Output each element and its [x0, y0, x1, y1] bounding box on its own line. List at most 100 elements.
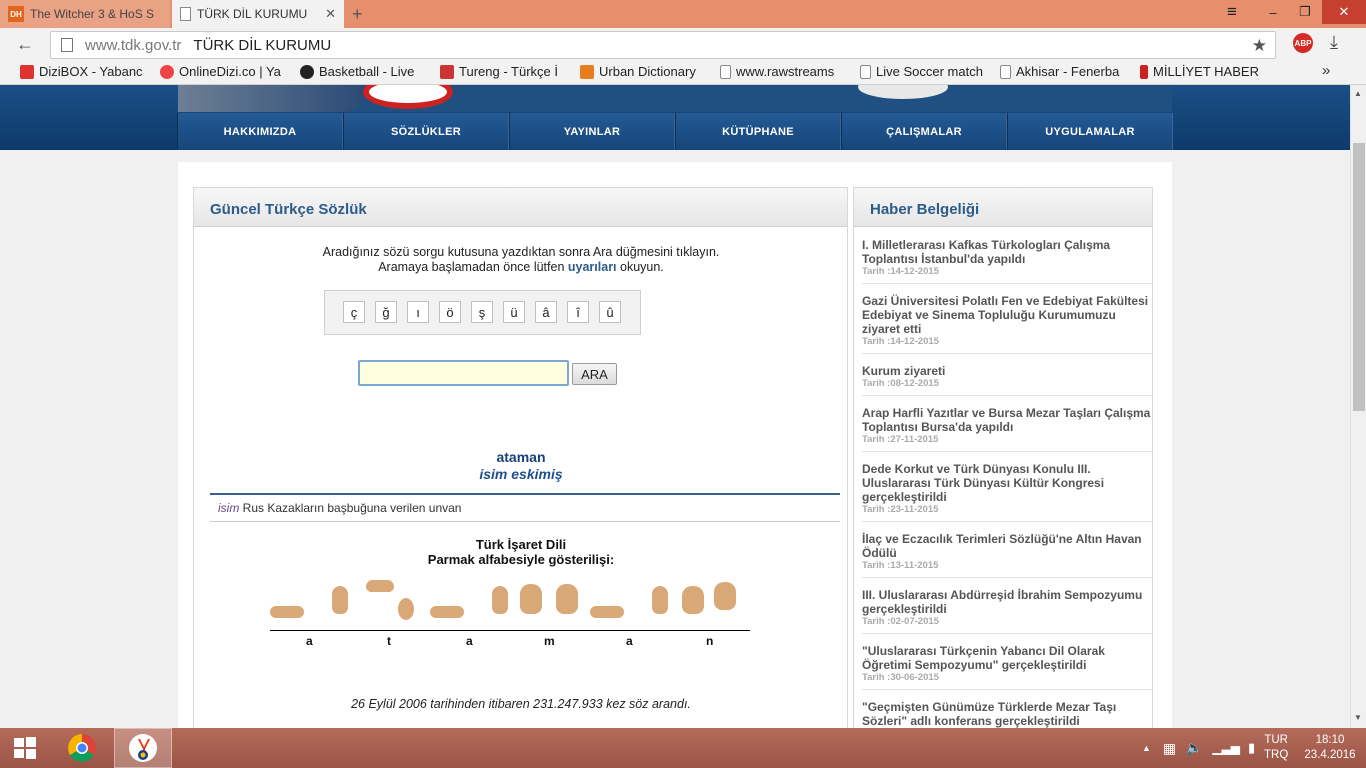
chrome-icon	[68, 734, 96, 762]
bookmark-basketball[interactable]: Basketball - Live	[300, 64, 414, 79]
key-g-breve[interactable]: ğ	[375, 301, 397, 323]
page-icon	[180, 7, 191, 21]
news-date: Tarih :08-12-2015	[862, 378, 939, 389]
page-scrollbar[interactable]: ▲ ▼	[1350, 85, 1366, 728]
banner-photo	[178, 85, 368, 112]
yandex-taskbar-button[interactable]	[114, 728, 172, 768]
clock-time: 18:10	[1315, 734, 1345, 746]
entry-word: ataman	[496, 449, 546, 465]
volume-icon[interactable]: 🔈	[1186, 740, 1202, 756]
scroll-down-icon[interactable]: ▼	[1354, 713, 1362, 722]
entry-divider	[210, 493, 840, 495]
network-icon[interactable]: ▁▃▅	[1212, 741, 1240, 755]
sign-language-subtitle: Parmak alfabesiyle gösterilişi:	[427, 552, 615, 567]
tab-witcher[interactable]: DH The Witcher 3 & HoS S	[0, 0, 170, 28]
action-center-icon[interactable]: ▦	[1163, 740, 1176, 757]
key-dotless-i[interactable]: ı	[407, 301, 429, 323]
clock[interactable]: 18:10 23.4.2016	[1300, 728, 1360, 768]
news-item[interactable]: "Uluslararası Türkçenin Yabancı Dil Olar…	[862, 644, 1152, 690]
news-item[interactable]: Dede Korkut ve Türk Dünyası Konulu III. …	[862, 462, 1152, 522]
tab-tdk[interactable]: TÜRK DİL KURUMU ✕	[172, 0, 344, 28]
clock-date: 23.4.2016	[1304, 749, 1356, 761]
address-bar[interactable]: www.tdk.gov.tr TÜRK DİL KURUMU ★	[50, 31, 1276, 59]
menu-item-sozlukler[interactable]: SÖZLÜKLER	[343, 113, 509, 150]
menu-item-yayinlar[interactable]: YAYINLAR	[509, 113, 675, 150]
chrome-taskbar-button[interactable]	[58, 728, 106, 768]
news-title: I. Milletlerarası Kafkas Türkologları Ça…	[862, 238, 1111, 266]
back-button[interactable]: ←	[16, 34, 34, 55]
fingerspelling-hands	[270, 580, 750, 630]
bookmark-onlinedizi[interactable]: OnlineDizi.co | Ya	[160, 64, 281, 79]
bookmark-tureng[interactable]: Tureng - Türkçe İ	[440, 64, 558, 79]
milliyet-icon	[1140, 64, 1148, 79]
bookmark-akhisar[interactable]: Akhisar - Fenerba	[1000, 64, 1119, 79]
news-item[interactable]: "Geçmişten Günümüze Türklerde Mezar Taşı…	[862, 700, 1152, 728]
news-date: Tarih :13-11-2015	[862, 560, 939, 571]
yandex-browser-icon	[129, 734, 157, 762]
page-icon	[1000, 64, 1011, 79]
sign-letter: a	[626, 634, 633, 648]
sign-letter: n	[706, 634, 714, 648]
news-title: Kurum ziyareti	[862, 364, 946, 378]
hand-sign-t	[366, 580, 394, 592]
new-tab-button[interactable]: +	[352, 4, 363, 25]
search-button[interactable]: ARA	[572, 363, 617, 385]
language-code: TUR	[1264, 734, 1288, 746]
bookmark-rawstreams[interactable]: www.rawstreams	[720, 64, 834, 79]
bookmark-label: MİLLİYET HABER	[1153, 64, 1259, 79]
scroll-up-icon[interactable]: ▲	[1354, 89, 1362, 98]
hamburger-icon[interactable]: ≡	[1218, 0, 1246, 24]
dictionary-heading: Güncel Türkçe Sözlük	[194, 188, 847, 227]
play-icon	[160, 64, 174, 79]
close-tab-icon[interactable]: ✕	[325, 6, 336, 22]
key-o-umlaut[interactable]: ö	[439, 301, 461, 323]
sign-language-title: Türk İşaret Dili	[475, 537, 567, 552]
adblock-icon[interactable]: ABP	[1293, 33, 1313, 53]
key-a-circumflex[interactable]: â	[535, 301, 557, 323]
close-window-button[interactable]: ✕	[1322, 0, 1366, 24]
show-hidden-icons[interactable]: ▲	[1142, 743, 1151, 753]
key-c-cedilla[interactable]: ç	[343, 301, 365, 323]
hand-sign-m	[556, 584, 578, 614]
menu-item-uygulamalar[interactable]: UYGULAMALAR	[1007, 113, 1173, 150]
bookmark-milliyet[interactable]: MİLLİYET HABER	[1140, 64, 1259, 79]
page-icon	[61, 38, 73, 52]
input-language-indicator[interactable]: TUR TRQ	[1264, 728, 1288, 768]
menu-item-hakkimizda[interactable]: HAKKIMIZDA	[177, 113, 343, 150]
battery-icon[interactable]: ▮	[1248, 740, 1255, 756]
bookmark-star-icon[interactable]: ★	[1252, 36, 1267, 56]
tv-icon	[20, 64, 34, 79]
news-item[interactable]: İlaç ve Eczacılık Terimleri Sözlüğü'ne A…	[862, 532, 1152, 578]
bookmark-label: Akhisar - Fenerba	[1016, 64, 1120, 79]
tab-title: TÜRK DİL KURUMU	[197, 7, 308, 21]
key-u-umlaut[interactable]: ü	[503, 301, 525, 323]
keyboard-layout: TRQ	[1264, 749, 1289, 761]
warnings-link[interactable]: uyarıları	[568, 260, 617, 274]
key-u-circumflex[interactable]: û	[599, 301, 621, 323]
news-title: Dede Korkut ve Türk Dünyası Konulu III. …	[862, 462, 1105, 504]
system-tray: ▲ ▦ 🔈 ▁▃▅ ▮	[1142, 728, 1267, 768]
menu-item-calismalar[interactable]: ÇALIŞMALAR	[841, 113, 1007, 150]
menu-item-kutuphane[interactable]: KÜTÜPHANE	[675, 113, 841, 150]
bookmark-urban-dictionary[interactable]: Urban Dictionary	[580, 64, 696, 79]
key-s-cedilla[interactable]: ş	[471, 301, 493, 323]
news-item[interactable]: I. Milletlerarası Kafkas Türkologları Ça…	[862, 238, 1152, 284]
start-button[interactable]	[0, 728, 50, 768]
bookmark-live-soccer[interactable]: Live Soccer match	[860, 64, 983, 79]
maximize-button[interactable]: ❐	[1290, 0, 1320, 24]
meaning-text: Rus Kazakların başbuğuna verilen unvan	[242, 501, 462, 515]
news-item[interactable]: Kurum ziyareti Tarih :08-12-2015	[862, 364, 1152, 396]
bookmark-dizibox[interactable]: DiziBOX - Yabanc	[20, 64, 143, 79]
scrollbar-thumb[interactable]	[1353, 143, 1365, 411]
hand-sign-n	[714, 582, 736, 610]
key-i-circumflex[interactable]: î	[567, 301, 589, 323]
news-item[interactable]: Arap Harfli Yazıtlar ve Bursa Mezar Taşl…	[862, 406, 1152, 452]
news-item[interactable]: III. Uluslararası Abdürreşid İbrahim Sem…	[862, 588, 1152, 634]
banner-emblem	[858, 85, 948, 99]
search-input[interactable]	[358, 360, 569, 386]
bookmarks-overflow-button[interactable]: »	[1322, 62, 1330, 79]
download-icon[interactable]: ⤓	[1330, 32, 1338, 53]
special-chars-keyboard: ç ğ ı ö ş ü â î û	[324, 290, 641, 335]
minimize-button[interactable]: –	[1258, 0, 1288, 24]
news-item[interactable]: Gazi Üniversitesi Polatlı Fen ve Edebiya…	[862, 294, 1152, 354]
